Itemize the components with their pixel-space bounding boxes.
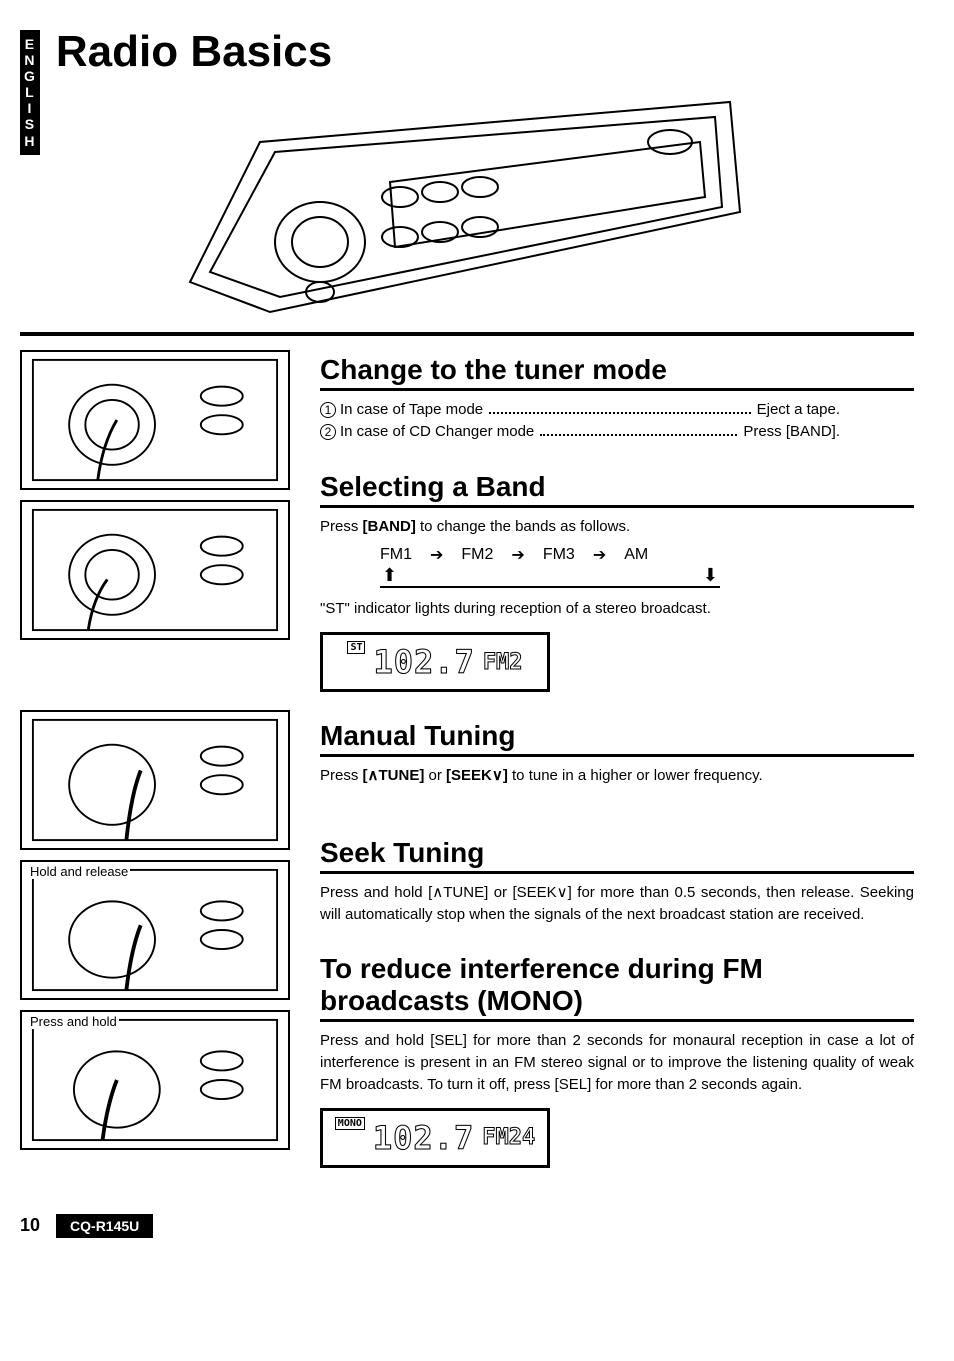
step-1-label: In case of Tape mode [340,401,483,418]
display-st: ST 102.7 FM2 [320,632,550,692]
step-1-action: Eject a tape. [757,399,840,421]
language-tab: ENGLISH [20,30,40,155]
display-band-mono: FM24 [482,1125,535,1150]
thumb-caption-press-hold: Press and hold [28,1014,119,1029]
step-2-action: Press [BAND]. [743,421,840,443]
heading-manual-tuning: Manual Tuning [320,720,914,757]
display-freq: 102.7 [373,643,474,681]
band-return-arrow: ⬆ ⬇ [380,565,720,588]
selecting-band-instruction: Press [BAND] to change the bands as foll… [320,516,914,538]
heading-selecting-band: Selecting a Band [320,471,914,508]
arrow-right-icon: ➔ [430,545,443,565]
st-indicator-note: "ST" indicator lights during reception o… [320,598,914,620]
thumb-manual-tuning [20,710,290,850]
thumb-change-tuner [20,350,290,490]
heading-seek-tuning: Seek Tuning [320,837,914,874]
seek-tuning-text: Press and hold [∧TUNE] or [SEEK∨] for mo… [320,882,914,926]
band-flow: FM1➔ FM2➔ FM3➔ AM [380,545,914,565]
manual-tuning-text: Press [∧TUNE] or [SEEK∨] to tune in a hi… [320,765,914,787]
step-2-icon: 2 [320,424,336,440]
thumb-selecting-band [20,500,290,640]
heading-change-tuner: Change to the tuner mode [320,354,914,391]
st-indicator-icon: ST [347,641,365,654]
arrow-right-icon: ➔ [593,545,606,565]
thumb-seek-tuning: Hold and release [20,860,290,1000]
display-freq-mono: 102.7 [373,1119,474,1157]
arrow-right-icon: ➔ [511,545,524,565]
mono-text: Press and hold [SEL] for more than 2 sec… [320,1030,914,1095]
arrow-up-icon: ⬆ [382,565,397,586]
page-title: Radio Basics [56,30,760,74]
heading-mono: To reduce interference during FM broadca… [320,953,914,1022]
step-2-label: In case of CD Changer mode [340,423,534,440]
thumb-caption-hold-release: Hold and release [28,864,130,879]
model-tag: CQ-R145U [56,1214,153,1238]
arrow-down-icon: ⬇ [703,565,718,586]
mono-indicator-icon: MONO [335,1117,365,1130]
display-band: FM2 [483,650,523,675]
step-1-icon: 1 [320,402,336,418]
thumb-mono: Press and hold [20,1010,290,1150]
display-mono: MONO 102.7 FM24 [320,1108,550,1168]
hero-radio-illustration [170,82,760,322]
page-number: 10 [20,1215,40,1236]
divider [20,332,914,336]
